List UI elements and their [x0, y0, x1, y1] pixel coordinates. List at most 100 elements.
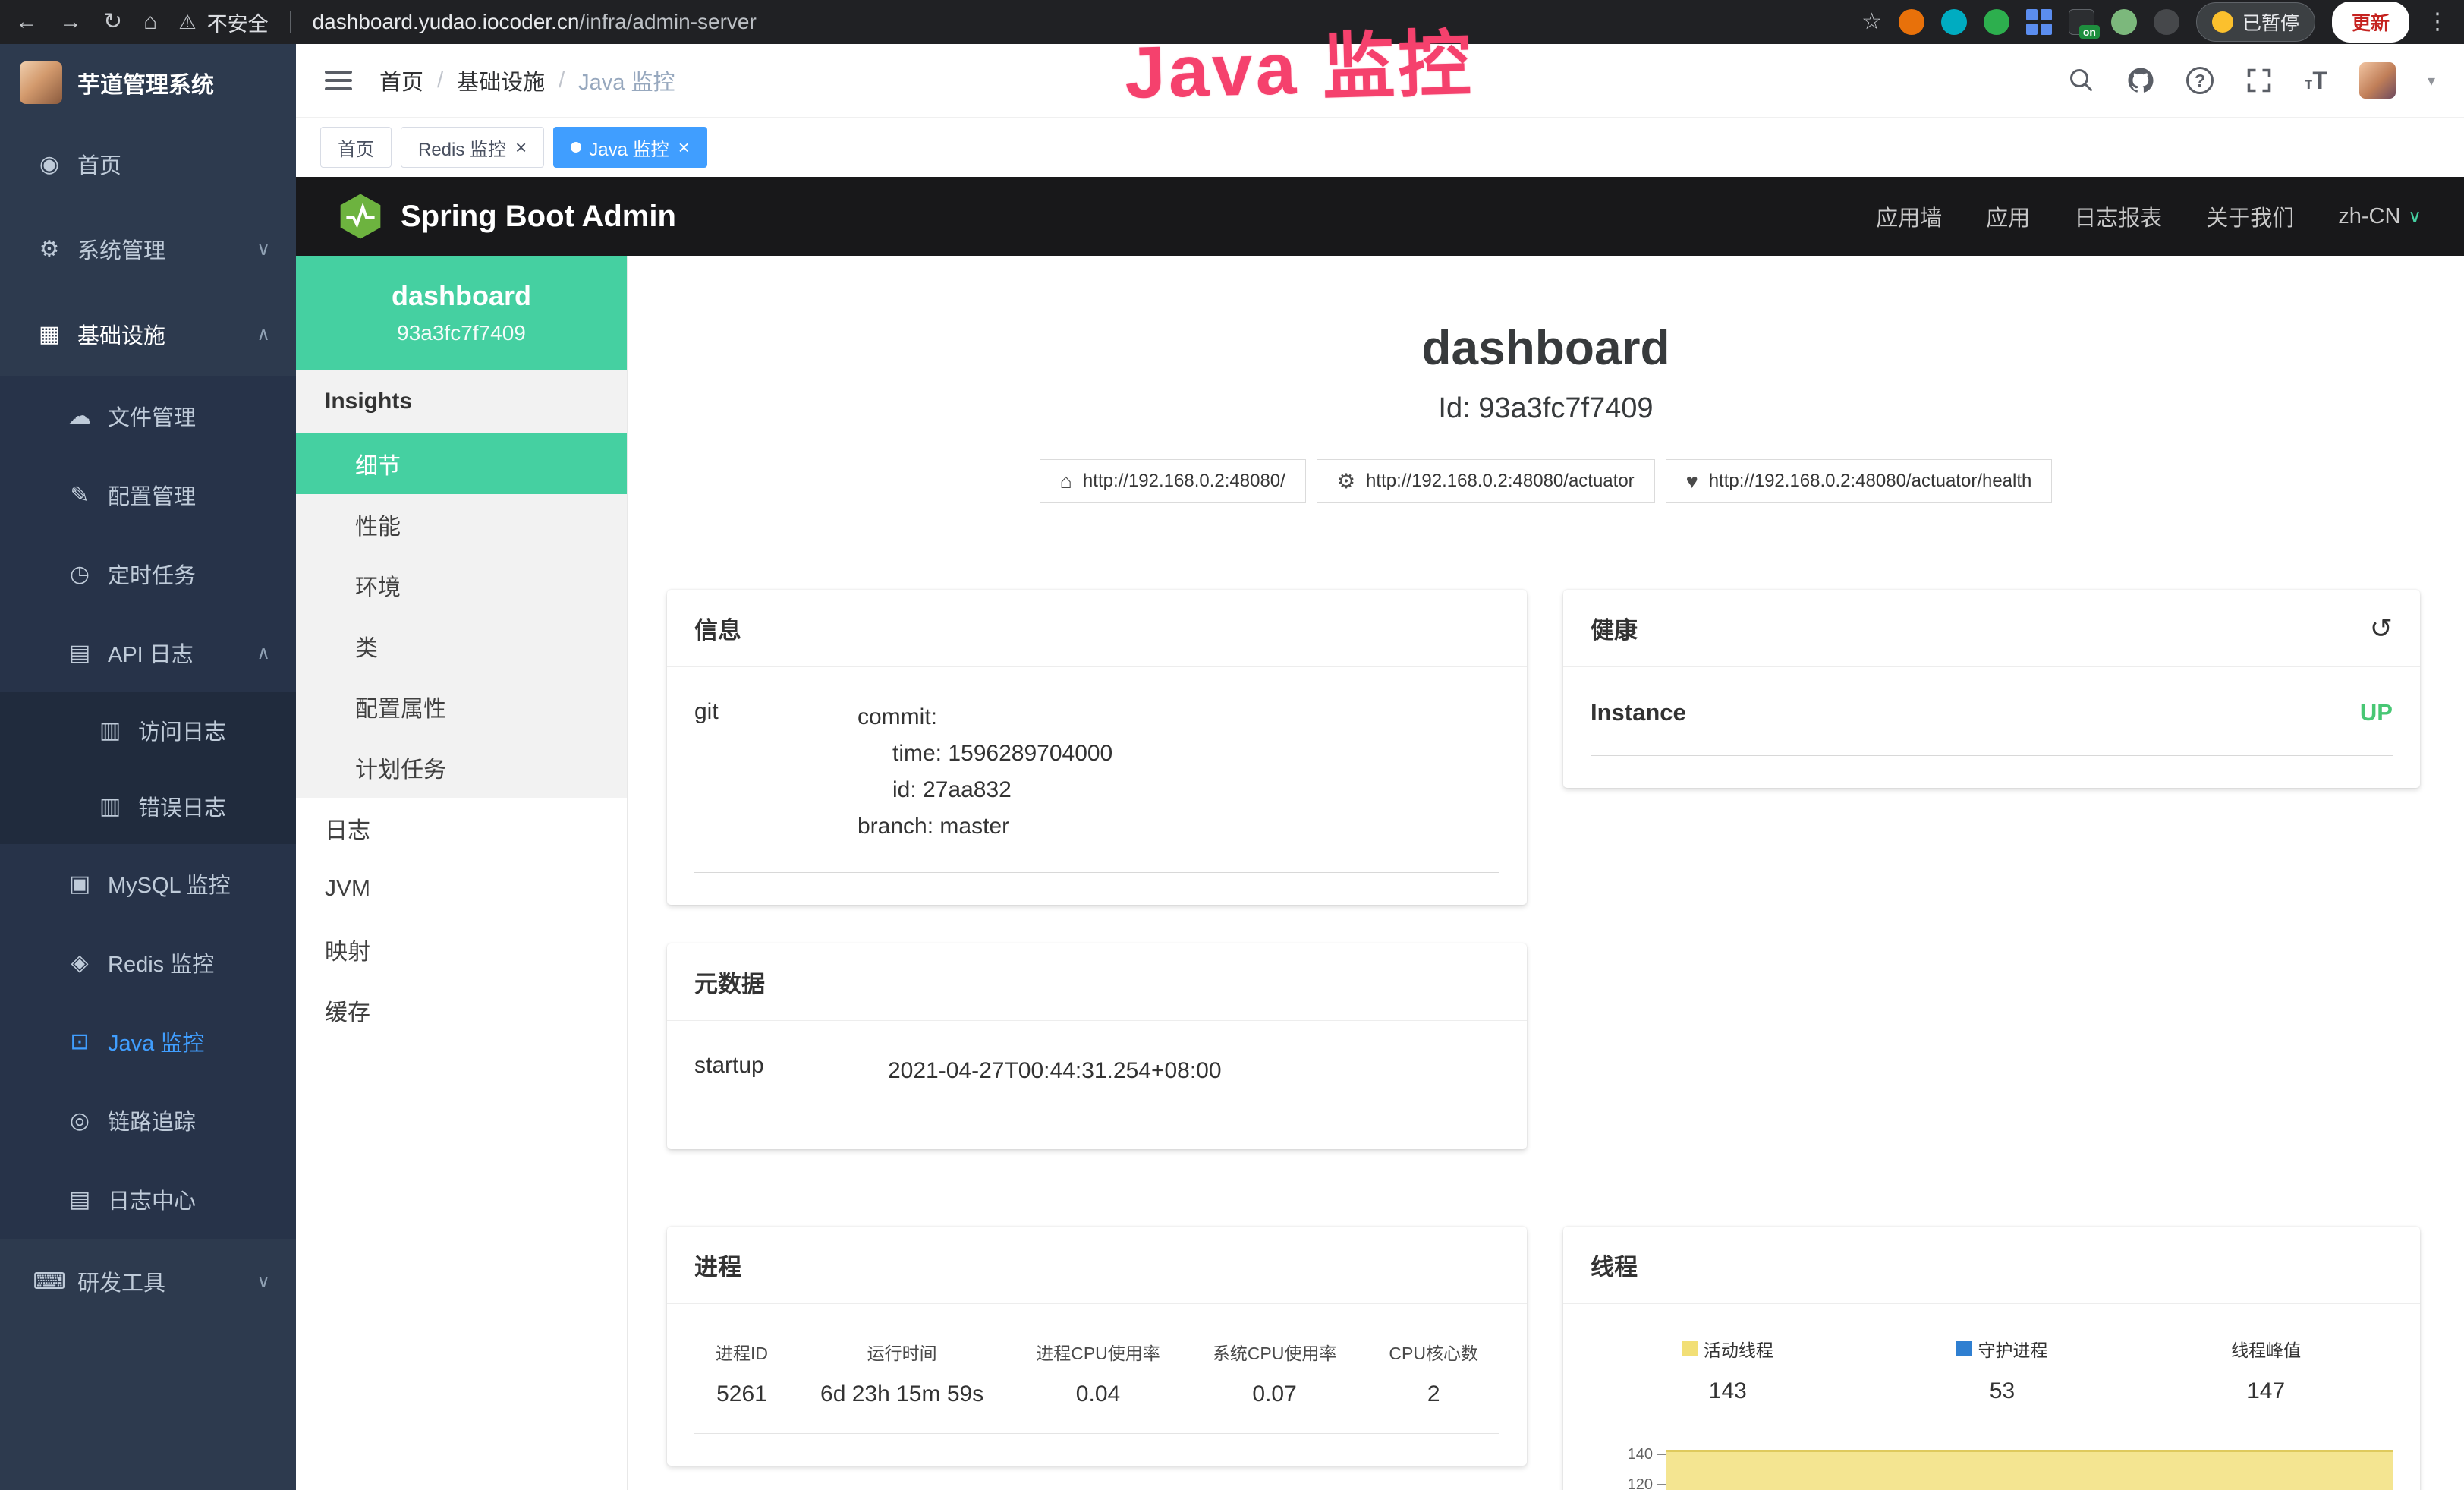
help-icon[interactable]: ? — [2186, 67, 2214, 94]
sidebar-item-system[interactable]: ⚙系统管理∨ — [0, 206, 296, 291]
extension-icon[interactable] — [2154, 9, 2179, 35]
sba-nav-journal[interactable]: 日志报表 — [2074, 200, 2162, 232]
bookmark-star-icon[interactable]: ☆ — [1861, 11, 1882, 33]
chevron-up-icon: ∧ — [256, 642, 270, 664]
menu-item-scheduled-tasks[interactable]: 计划任务 — [296, 737, 627, 798]
sidebar-item-trace[interactable]: ◎链路追踪 — [0, 1081, 296, 1160]
annotation-overlay: Java 监控 — [1123, 5, 1475, 119]
tab-home[interactable]: 首页 — [320, 127, 392, 168]
breadcrumb-home[interactable]: 首页 — [379, 65, 423, 96]
language-label: zh-CN — [2338, 204, 2400, 229]
menu-item-details[interactable]: 细节 — [296, 433, 627, 494]
sidebar-item-infra[interactable]: ▦基础设施∧ — [0, 291, 296, 376]
chart-plot-area — [1666, 1439, 2393, 1490]
home-icon[interactable]: ⌂ — [143, 11, 157, 33]
sidebar-item-redis[interactable]: ◈Redis 监控 — [0, 923, 296, 1002]
extension-icon[interactable] — [1941, 9, 1967, 35]
clock-icon: ◷ — [62, 561, 97, 587]
menu-item-config-props[interactable]: 配置属性 — [296, 676, 627, 737]
sba-brand[interactable]: Spring Boot Admin — [338, 193, 676, 240]
wrench-icon: ⚙ — [1337, 470, 1355, 493]
back-icon[interactable]: ← — [15, 11, 38, 33]
tab-redis-monitor[interactable]: Redis 监控 × — [401, 127, 544, 168]
sidebar-item-label: 首页 — [77, 148, 121, 180]
extension-icon[interactable] — [1984, 9, 2009, 35]
sba-nav: 应用墙 应用 日志报表 关于我们 zh-CN∨ — [1876, 200, 2422, 232]
update-button[interactable]: 更新 — [2332, 2, 2409, 43]
menu-item-classes[interactable]: 类 — [296, 616, 627, 676]
app-title: 芋道管理系统 — [77, 66, 214, 99]
extension-icon[interactable] — [2111, 9, 2137, 35]
sidebar-item-api-log[interactable]: ▤API 日志∧ — [0, 613, 296, 692]
stat-label: 进程CPU使用率 — [1036, 1339, 1160, 1365]
sidebar-item-log-center[interactable]: ▤日志中心 — [0, 1160, 296, 1239]
menu-item-performance[interactable]: 性能 — [296, 494, 627, 555]
legend-daemon-threads: 守护进程53 — [1956, 1336, 2047, 1404]
avatar[interactable] — [2359, 62, 2396, 99]
actuator-url-button[interactable]: ⚙http://192.168.0.2:48080/actuator — [1317, 459, 1655, 503]
close-icon[interactable]: × — [678, 137, 690, 157]
security-warning-icon[interactable]: ⚠ — [178, 11, 196, 34]
sba-nav-applications[interactable]: 应用 — [1986, 200, 2030, 232]
menu-item-caches[interactable]: 缓存 — [296, 980, 627, 1041]
sba-nav-wall[interactable]: 应用墙 — [1876, 200, 1942, 232]
close-icon[interactable]: × — [515, 137, 527, 157]
search-icon[interactable] — [2068, 67, 2095, 94]
security-label[interactable]: 不安全 — [207, 8, 269, 37]
paused-badge[interactable]: 已暂停 — [2196, 2, 2315, 42]
home-icon: ⌂ — [1060, 470, 1072, 493]
legend-value: 143 — [1682, 1378, 1773, 1404]
sba-nav-about[interactable]: 关于我们 — [2206, 200, 2294, 232]
status-badge: UP — [2360, 699, 2393, 726]
extension-icon[interactable]: on — [2069, 9, 2094, 35]
sba-brand-name: Spring Boot Admin — [401, 200, 676, 234]
legend-label: 守护进程 — [1978, 1336, 2047, 1362]
menu-item-jvm[interactable]: JVM — [296, 858, 627, 919]
sidebar-item-home[interactable]: ◉首页 — [0, 121, 296, 206]
refresh-icon[interactable]: ↻ — [103, 11, 122, 33]
stat-label: CPU核心数 — [1389, 1339, 1478, 1365]
health-card: 健康 ↺ Instance UP — [1563, 590, 2420, 788]
extension-grid-icon[interactable] — [2026, 9, 2052, 35]
card-title: 线程 — [1591, 1248, 1638, 1282]
sidebar-item-java-monitor[interactable]: ⊡Java 监控 — [0, 1002, 296, 1081]
sidebar-item-mysql[interactable]: ▣MySQL 监控 — [0, 844, 296, 923]
menu-section-insights: Insights — [296, 370, 627, 433]
tab-label: Redis 监控 — [418, 134, 506, 161]
active-dot-icon — [571, 142, 581, 153]
service-url-button[interactable]: ⌂ http://192.168.0.2:48080/ — [1040, 459, 1306, 503]
font-size-icon[interactable]: тT — [2305, 67, 2327, 95]
history-icon[interactable]: ↺ — [2370, 615, 2393, 642]
sidebar-item-label: API 日志 — [108, 637, 194, 669]
sidebar-item-config[interactable]: ✎配置管理 — [0, 455, 296, 534]
address-url[interactable]: dashboard.yudao.iocoder.cn/infra/admin-s… — [313, 10, 757, 34]
tab-java-monitor[interactable]: Java 监控× — [553, 127, 707, 168]
breadcrumb-infra[interactable]: 基础设施 — [457, 65, 545, 96]
forward-icon[interactable]: → — [59, 11, 82, 33]
health-url-button[interactable]: ♥http://192.168.0.2:48080/actuator/healt… — [1666, 459, 2053, 503]
sidebar-item-devtools[interactable]: ⌨研发工具∨ — [0, 1239, 296, 1324]
chevron-down-icon[interactable]: ▾ — [2428, 71, 2435, 90]
sidebar-item-jobs[interactable]: ◷ 定时任务 — [0, 534, 296, 613]
sidebar-item-files[interactable]: ☁文件管理 — [0, 376, 296, 455]
chrome-menu-icon[interactable]: ⋮ — [2426, 11, 2449, 33]
github-icon[interactable] — [2127, 67, 2154, 94]
menu-item-mappings[interactable]: 映射 — [296, 919, 627, 980]
language-selector[interactable]: zh-CN∨ — [2338, 204, 2422, 229]
instance-header[interactable]: dashboard 93a3fc7f7409 — [296, 256, 627, 370]
menu-item-environment[interactable]: 环境 — [296, 555, 627, 616]
sidebar-collapse-icon[interactable] — [325, 71, 352, 90]
sidebar-item-label: 定时任务 — [108, 558, 196, 590]
breadcrumb: 首页 / 基础设施 / Java 监控 — [379, 65, 675, 96]
app-sidebar: 芋道管理系统 ◉首页 ⚙系统管理∨ ▦基础设施∧ ☁文件管理 ✎配置管理 ◷ 定时… — [0, 44, 296, 1490]
fullscreen-icon[interactable] — [2245, 67, 2273, 94]
menu-item-logs[interactable]: 日志 — [296, 798, 627, 858]
link-label: http://192.168.0.2:48080/actuator/health — [1709, 471, 2032, 492]
sidebar-item-access-log[interactable]: ▥访问日志 — [0, 692, 296, 768]
infra-icon: ▦ — [32, 321, 67, 348]
extension-icon[interactable] — [1899, 9, 1924, 35]
legend-swatch — [1682, 1341, 1698, 1356]
url-path: /infra/admin-server — [579, 10, 756, 33]
link-label: http://192.168.0.2:48080/ — [1083, 471, 1285, 492]
sidebar-item-error-log[interactable]: ▥错误日志 — [0, 768, 296, 844]
